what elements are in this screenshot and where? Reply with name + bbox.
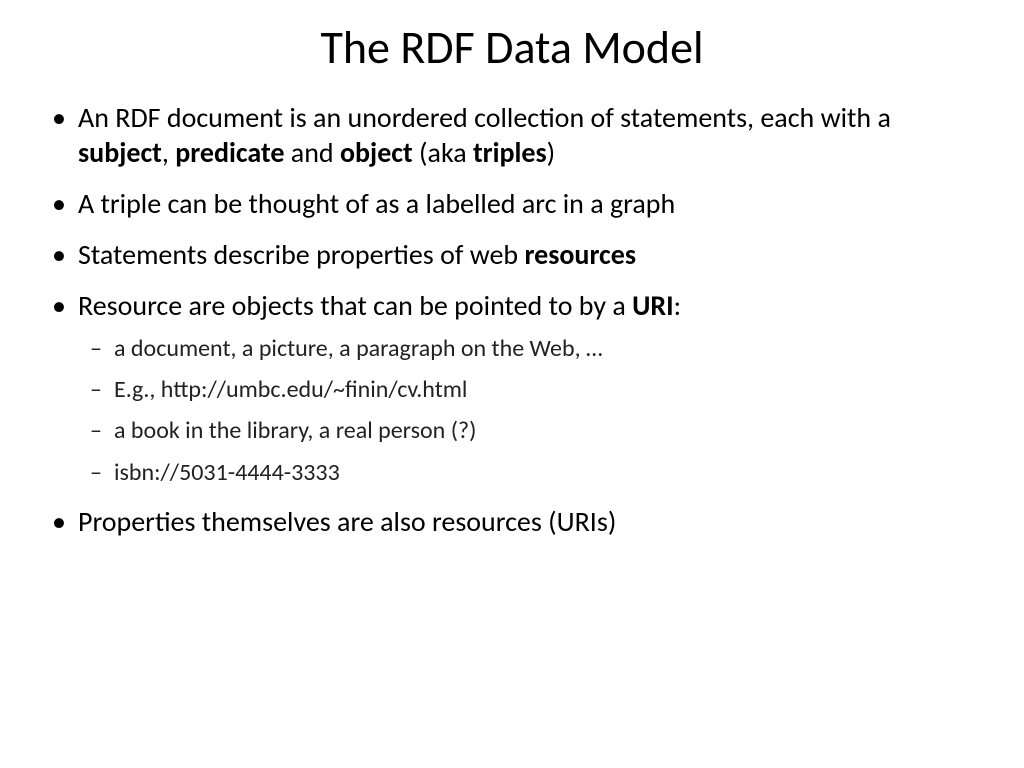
sub-bullet-item: a book in the library, a real person (?) — [114, 415, 974, 446]
bullet-text: Statements describe properties of web — [78, 237, 524, 272]
bold-text: object — [340, 135, 413, 170]
bullet-text: Resource are objects that can be pointed… — [78, 288, 632, 323]
bullet-list: An RDF document is an unordered collecti… — [50, 100, 974, 539]
bullet-item: Statements describe properties of web re… — [78, 237, 974, 272]
bullet-item: Resource are objects that can be pointed… — [78, 288, 974, 488]
slide-title: The RDF Data Model — [50, 20, 974, 76]
bullet-item: A triple can be thought of as a labelled… — [78, 186, 974, 221]
sub-bullet-item: isbn://5031-4444-3333 — [114, 457, 974, 488]
sub-bullet-item: a document, a picture, a paragraph on th… — [114, 333, 974, 364]
sub-bullet-list: a document, a picture, a paragraph on th… — [78, 333, 974, 488]
bullet-text: ) — [547, 135, 556, 170]
bold-text: subject — [78, 135, 162, 170]
bullet-item: Properties themselves are also resources… — [78, 504, 974, 539]
bold-text: URI — [632, 288, 674, 323]
bullet-text: and — [284, 135, 340, 170]
bullet-text: (aka — [413, 135, 473, 170]
bold-text: triples — [473, 135, 547, 170]
bullet-text: An RDF document is an unordered collecti… — [78, 100, 891, 135]
bullet-text: : — [674, 288, 682, 323]
bold-text: predicate — [175, 135, 284, 170]
bold-text: resources — [524, 237, 636, 272]
bullet-text: , — [162, 135, 175, 170]
bullet-item: An RDF document is an unordered collecti… — [78, 100, 974, 170]
sub-bullet-item: E.g., http://umbc.edu/~finin/cv.html — [114, 374, 974, 405]
